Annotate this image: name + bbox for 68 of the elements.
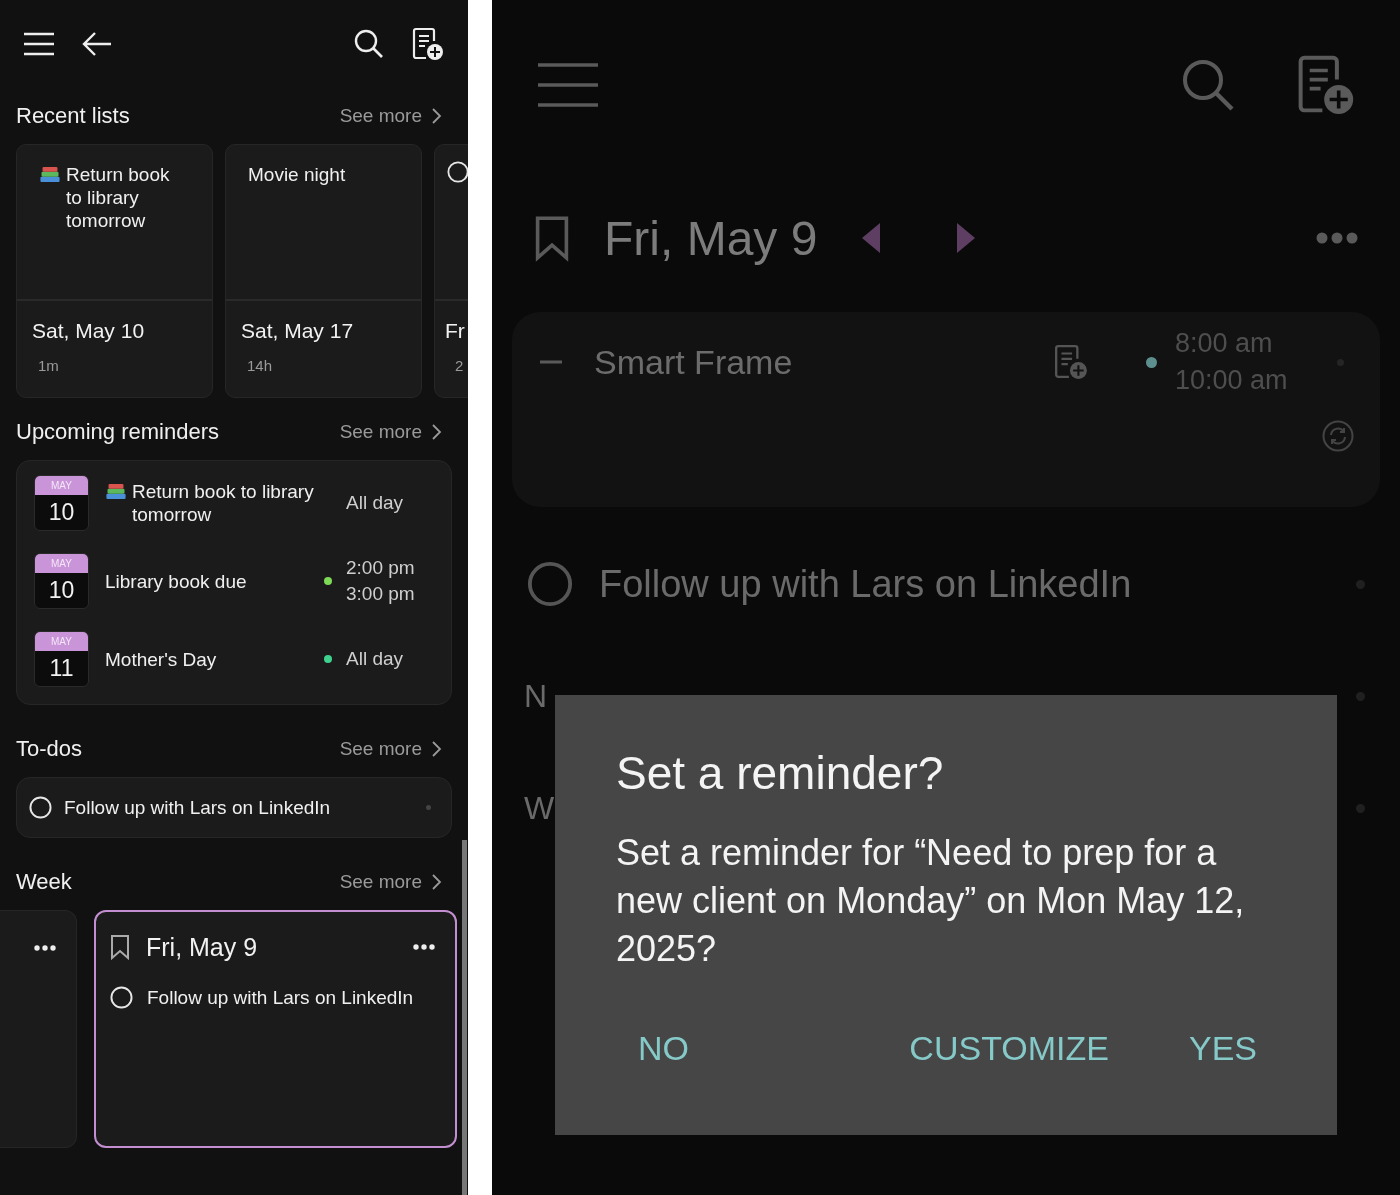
reminder-time: 3:00 pm xyxy=(346,582,416,606)
dialog-title: Set a reminder? xyxy=(616,746,945,801)
previous-day-icon[interactable] xyxy=(861,222,882,254)
reminder-time: 2:00 pm xyxy=(346,556,416,580)
task-text: W xyxy=(524,789,555,827)
list-date: Fr xyxy=(445,319,466,343)
list-card[interactable]: Movie night Sat, May 17 14h xyxy=(225,144,422,398)
dialog-button[interactable]: NO xyxy=(638,1029,689,1068)
task-text: Follow up with Lars on LinkedIn xyxy=(147,986,414,1009)
more-icon[interactable] xyxy=(413,944,435,950)
reminder-title: Mother's Day xyxy=(105,647,217,671)
section-title: Upcoming reminders xyxy=(16,419,220,445)
list-title: Return book to library tomorrow xyxy=(66,163,171,232)
list-age: 14h xyxy=(246,357,274,374)
calendar-date-badge: MAY 10 xyxy=(34,475,89,531)
day-card[interactable]: Fri, May 9 Follow up with Lars on LinkedIn xyxy=(94,910,457,1148)
task-text: N xyxy=(524,677,548,715)
see-more-link[interactable]: See more xyxy=(339,421,442,443)
next-day-icon[interactable] xyxy=(956,222,977,254)
event-time: 10:00 am xyxy=(1175,364,1289,397)
list-card[interactable]: Fr 2 xyxy=(434,144,468,398)
reminder-title: Return book to library tomorrow xyxy=(132,480,315,526)
dialog-button[interactable]: YES xyxy=(1188,1029,1257,1068)
sync-icon[interactable] xyxy=(1322,420,1354,452)
chevron-right-icon xyxy=(430,740,442,758)
see-more-link[interactable]: See more xyxy=(339,871,442,893)
see-more-link[interactable]: See more xyxy=(339,105,442,127)
back-arrow-icon[interactable] xyxy=(82,31,112,57)
calendar-date-badge: MAY 10 xyxy=(34,553,89,609)
reminder-title: Library book due xyxy=(105,569,247,593)
event-title: Smart Frame xyxy=(594,342,793,382)
reminder-item[interactable]: MAY 10 Return book to library tomorrow All day xyxy=(34,475,434,531)
reminder-time: All day xyxy=(346,491,405,515)
list-date: Sat, May 17 xyxy=(241,319,355,343)
list-title: Movie night xyxy=(248,163,346,186)
reminder-item[interactable]: MAY 11 Mother's Day All day xyxy=(34,631,434,687)
todo-item[interactable]: Follow up with Lars on LinkedIn xyxy=(16,777,452,838)
list-date: Sat, May 10 xyxy=(32,319,146,343)
event-card[interactable]: Smart Frame 8:00 am 10:00 am xyxy=(512,312,1380,507)
dialog-button[interactable]: CUSTOMIZE xyxy=(909,1029,1109,1068)
see-more-link[interactable]: See more xyxy=(339,738,442,760)
section-title: To-dos xyxy=(16,736,84,762)
books-icon xyxy=(105,483,127,500)
list-age: 2 xyxy=(454,357,465,374)
reminder-item[interactable]: MAY 10 Library book due 2:00 pm 3:00 pm xyxy=(34,553,434,609)
day-title: Fri, May 9 xyxy=(146,932,258,962)
books-icon xyxy=(39,166,61,183)
search-icon[interactable] xyxy=(354,29,384,59)
chevron-right-icon xyxy=(430,423,442,441)
todo-text: Follow up with Lars on LinkedIn xyxy=(64,796,331,819)
checkbox-circle[interactable] xyxy=(527,561,573,607)
dialog-message: Set a reminder for “Need to prep for a new client on Monday” on Mon May 12, 2025? xyxy=(616,831,1246,971)
new-note-icon[interactable] xyxy=(412,27,444,61)
minus-icon[interactable] xyxy=(540,360,562,364)
more-icon[interactable] xyxy=(34,945,56,951)
list-card[interactable]: Return book to library tomorrow Sat, May 10 1m xyxy=(16,144,213,398)
calendar-date-badge: MAY 11 xyxy=(34,631,89,687)
task-text: Follow up with Lars on LinkedIn xyxy=(599,562,1132,606)
reminder-time: All day xyxy=(346,647,405,671)
chevron-right-icon xyxy=(430,873,442,891)
day-title: Fri, May 9 xyxy=(604,210,818,266)
event-time: 8:00 am xyxy=(1175,327,1274,360)
chevron-right-icon xyxy=(430,107,442,125)
section-title: Week xyxy=(16,869,73,895)
bookmark-icon[interactable] xyxy=(110,934,130,960)
section-title: Recent lists xyxy=(16,103,131,129)
dot-icon xyxy=(426,805,431,810)
list-age: 1m xyxy=(37,357,60,374)
